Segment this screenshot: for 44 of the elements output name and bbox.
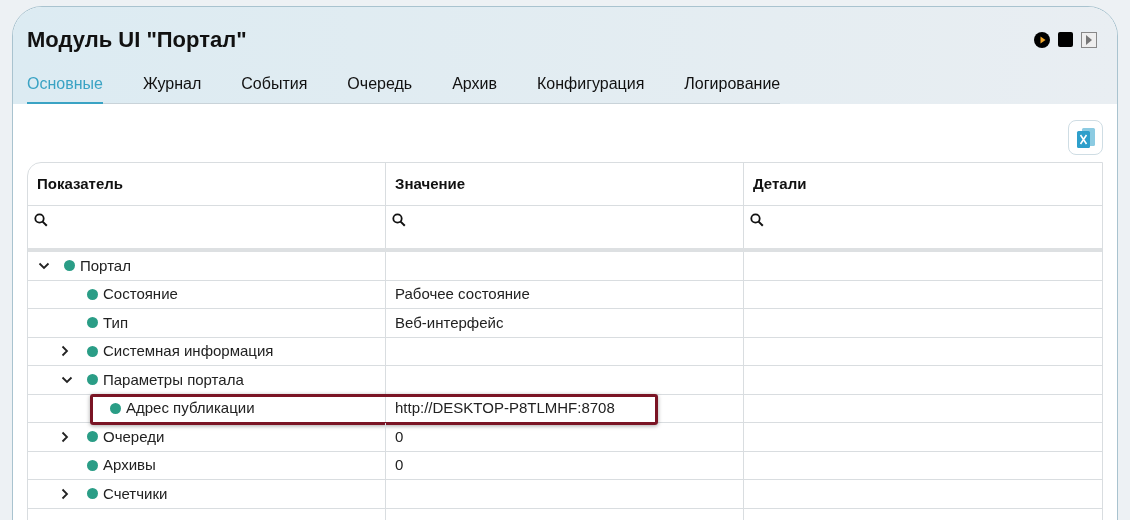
tree-item-label[interactable]: Тип — [103, 311, 128, 334]
excel-icon — [1075, 126, 1096, 149]
value-text: Веб-интерфейс — [395, 312, 504, 333]
tab[interactable]: Архив — [452, 72, 497, 104]
play-icon[interactable] — [1034, 31, 1050, 48]
search-icon — [34, 213, 48, 227]
value-text: 0 — [395, 455, 404, 475]
table-row[interactable]: Системная информация — [28, 337, 1102, 366]
tree-item-label[interactable]: Адрес публикации — [126, 397, 255, 420]
tree-item-label[interactable]: Счетчики — [103, 482, 168, 505]
tab[interactable]: Конфигурация — [537, 72, 645, 104]
search-icon — [392, 213, 406, 227]
tab[interactable]: Логирование — [684, 72, 781, 104]
tree-item-label[interactable]: Состояние — [103, 283, 178, 306]
table-row[interactable]: Архивы 0 — [28, 451, 1102, 480]
table-row[interactable]: Очереди 0 — [28, 423, 1102, 452]
table-row[interactable]: Параметры портала — [28, 366, 1102, 395]
table-row[interactable]: Портал — [28, 252, 1102, 281]
step-icon[interactable] — [1081, 31, 1097, 48]
tab[interactable]: Очередь — [347, 72, 413, 104]
column-header[interactable]: Детали — [744, 163, 1102, 205]
column-header[interactable]: Значение — [386, 163, 744, 205]
value-text: Рабочее состояние — [395, 284, 530, 304]
search-icon — [750, 213, 764, 227]
chevron-right-icon[interactable] — [61, 430, 69, 443]
column-header[interactable]: Показатель — [28, 163, 386, 205]
table-row[interactable]: Счетчики — [28, 480, 1102, 509]
table-row[interactable]: Состояние Рабочее состояние — [28, 280, 1102, 309]
chevron-down-icon[interactable] — [38, 261, 50, 270]
value-text: http://DESKTOP-P8TLMHF:8708 — [395, 398, 615, 418]
tab[interactable]: Журнал — [142, 72, 202, 104]
tree-item-label[interactable]: Системная информация — [103, 340, 274, 363]
chevron-right-icon[interactable] — [61, 345, 69, 358]
tree-item-label[interactable]: Параметры портала — [103, 368, 244, 391]
tree-item-label[interactable]: Очереди — [103, 425, 165, 448]
value-text: 0 — [395, 426, 404, 447]
tab[interactable]: События — [241, 72, 308, 104]
table-row[interactable]: Тип Веб-интерфейс — [28, 309, 1102, 338]
tree-item-label[interactable]: Архивы — [103, 454, 156, 477]
module-title: Модуль UI "Портал" — [27, 26, 247, 54]
chevron-right-icon[interactable] — [61, 487, 69, 500]
tree-item-label[interactable]: Портал — [80, 254, 131, 277]
excel-export-button[interactable] — [1068, 120, 1103, 155]
chevron-down-icon[interactable] — [61, 375, 73, 384]
